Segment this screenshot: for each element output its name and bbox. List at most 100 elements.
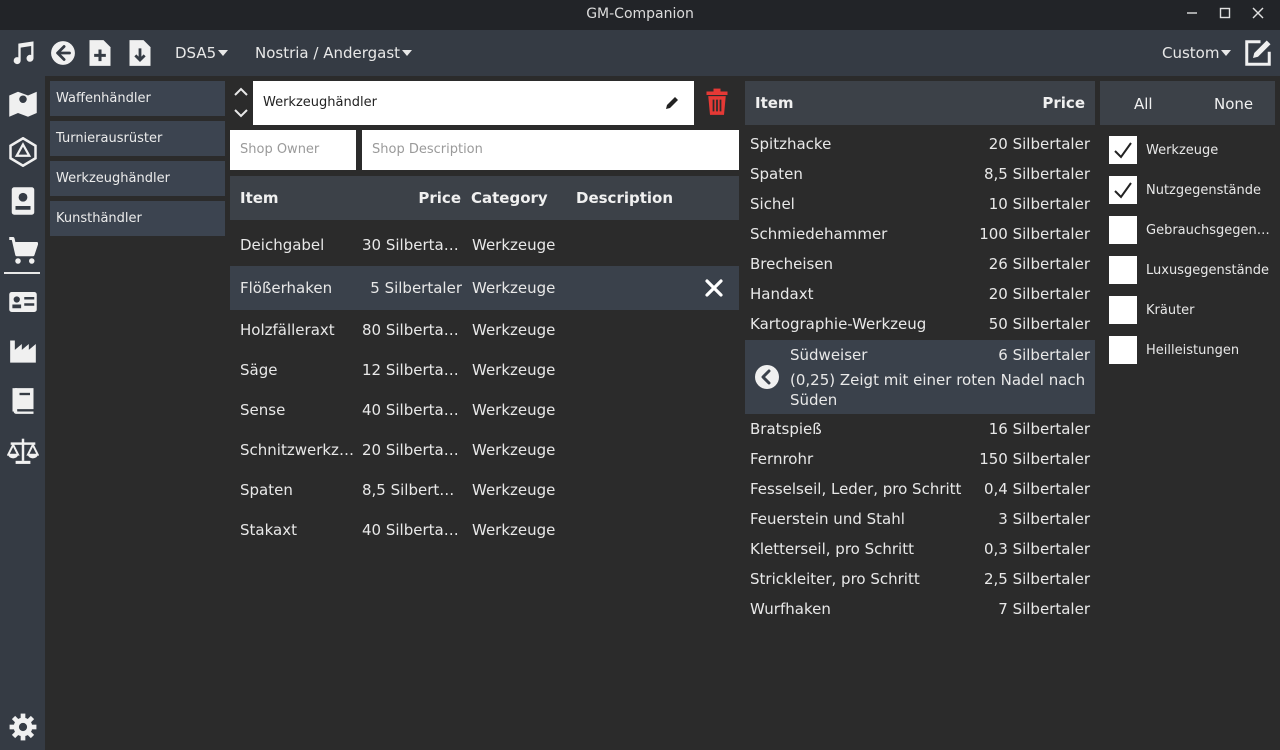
delete-shop-button[interactable] bbox=[705, 88, 731, 118]
row-category: Werkzeuge bbox=[472, 521, 556, 539]
sidebar-item-dice[interactable] bbox=[6, 135, 40, 169]
checkbox-nutzgegenstaende[interactable] bbox=[1109, 176, 1137, 204]
list-item-price: 26 Silbertaler bbox=[988, 255, 1090, 273]
shopping-cart-icon bbox=[9, 237, 38, 264]
list-item[interactable]: Wurfhaken 7 Silbertaler bbox=[745, 595, 1095, 625]
sidebar-item-characters[interactable] bbox=[6, 184, 40, 218]
sidebar-item-notes[interactable] bbox=[6, 384, 40, 418]
list-item[interactable]: Spaten 8,5 Silbertaler bbox=[745, 160, 1095, 190]
music-button[interactable] bbox=[8, 38, 38, 68]
list-item-selected[interactable]: Südweiser 6 Silbertaler (0,25) Zeigt mit… bbox=[745, 340, 1095, 414]
gear-icon bbox=[9, 713, 37, 741]
list-item-name: Fesselseil, Leder, pro Schritt bbox=[750, 480, 962, 498]
custom-dropdown[interactable]: Custom bbox=[1162, 44, 1232, 62]
table-row[interactable]: Spaten 8,5 Silberta... Werkzeuge bbox=[230, 470, 739, 510]
sidebar-item-conversion[interactable] bbox=[6, 434, 40, 468]
table-row[interactable]: Stakaxt 40 Silbertal... Werkzeuge bbox=[230, 510, 739, 550]
shop-item-werkzeughaendler[interactable]: Werkzeughändler bbox=[50, 161, 225, 196]
system-dropdown[interactable]: DSA5 bbox=[175, 44, 229, 62]
list-item[interactable]: Kletterseil, pro Schritt 0,3 Silbertaler bbox=[745, 535, 1095, 565]
row-item: Holzfälleraxt bbox=[240, 321, 335, 339]
table-row[interactable]: Holzfälleraxt 80 Silbertal... Werkzeuge bbox=[230, 310, 739, 350]
shop-name-field[interactable]: Werkzeughändler bbox=[253, 81, 694, 125]
row-price: 12 Silbertaler bbox=[362, 361, 462, 379]
row-item: Schnitzwerkze... bbox=[240, 441, 358, 459]
close-window-button[interactable] bbox=[1248, 5, 1268, 25]
list-item-price: 20 Silbertaler bbox=[988, 135, 1090, 153]
edit-button[interactable] bbox=[1243, 38, 1273, 68]
sidebar-item-shop[interactable] bbox=[6, 234, 40, 268]
checkbox-label: Heilleistungen bbox=[1146, 343, 1240, 358]
back-button[interactable] bbox=[48, 38, 78, 68]
list-item[interactable]: Fernrohr 150 Silbertaler bbox=[745, 445, 1095, 475]
row-price: 5 Silbertaler bbox=[370, 279, 462, 297]
list-item[interactable]: Handaxt 20 Silbertaler bbox=[745, 280, 1095, 310]
list-item-description-cont: Süden bbox=[790, 391, 838, 409]
table-row[interactable]: Schnitzwerkze... 20 Silbertal... Werkzeu… bbox=[230, 430, 739, 470]
list-item-price: 20 Silbertaler bbox=[988, 285, 1090, 303]
row-price: 40 Silbertal... bbox=[362, 521, 462, 539]
list-item[interactable]: Brecheisen 26 Silbertaler bbox=[745, 250, 1095, 280]
list-item-price: 7 Silbertaler bbox=[998, 600, 1090, 618]
move-up-button[interactable] bbox=[232, 82, 250, 102]
row-price: 80 Silbertal... bbox=[362, 321, 462, 339]
list-item-price: 2,5 Silbertaler bbox=[983, 570, 1090, 588]
caret-down-icon bbox=[402, 50, 413, 56]
location-dropdown[interactable]: Nostria / Andergast bbox=[255, 44, 413, 62]
caret-down-icon bbox=[218, 50, 229, 56]
checkbox-label: Luxusgegenstände bbox=[1146, 263, 1270, 278]
system-dropdown-label: DSA5 bbox=[175, 44, 217, 62]
sidebar-item-contacts[interactable] bbox=[6, 285, 40, 319]
remove-item-icon[interactable] bbox=[705, 279, 723, 297]
checkbox-gebrauchsgegenstaende[interactable] bbox=[1109, 216, 1137, 244]
list-item[interactable]: Bratspieß 16 Silbertaler bbox=[745, 415, 1095, 445]
checkbox-heilleistungen[interactable] bbox=[1109, 336, 1137, 364]
shop-item-kunsthaendler[interactable]: Kunsthändler bbox=[50, 201, 225, 236]
checkbox-luxusgegenstaende[interactable] bbox=[1109, 256, 1137, 284]
balance-scale-icon bbox=[7, 438, 39, 464]
column-header-item: Item bbox=[240, 189, 279, 207]
checkmark-icon bbox=[1114, 142, 1132, 159]
shop-description-field[interactable]: Shop Description bbox=[362, 130, 739, 170]
table-row[interactable]: Säge 12 Silbertaler Werkzeuge bbox=[230, 350, 739, 390]
move-down-button[interactable] bbox=[232, 103, 250, 123]
id-card-icon bbox=[9, 292, 37, 312]
download-file-button[interactable] bbox=[125, 38, 155, 68]
list-item-price: 6 Silbertaler bbox=[998, 346, 1090, 364]
list-item[interactable]: Schmiedehammer 100 Silbertaler bbox=[745, 220, 1095, 250]
checkbox-label: Gebrauchsgegenstä... bbox=[1146, 223, 1272, 238]
factory-icon bbox=[10, 340, 36, 363]
table-row[interactable]: Sense 40 Silbertal... Werkzeuge bbox=[230, 390, 739, 430]
maximize-button[interactable] bbox=[1215, 5, 1235, 25]
list-item[interactable]: Kartographie-Werkzeug 50 Silbertaler bbox=[745, 310, 1095, 340]
sidebar-item-maps[interactable] bbox=[6, 86, 40, 120]
list-item[interactable]: Spitzhacke 20 Silbertaler bbox=[745, 130, 1095, 160]
shop-owner-field[interactable]: Shop Owner bbox=[230, 130, 356, 170]
add-file-button[interactable] bbox=[85, 38, 115, 68]
minimize-button[interactable] bbox=[1182, 5, 1202, 25]
shop-item-waffenhaendler[interactable]: Waffenhändler bbox=[50, 81, 225, 116]
select-none-button[interactable]: None bbox=[1214, 95, 1253, 113]
list-item-name: Feuerstein und Stahl bbox=[750, 510, 905, 528]
list-item[interactable]: Sichel 10 Silbertaler bbox=[745, 190, 1095, 220]
list-item[interactable]: Feuerstein und Stahl 3 Silbertaler bbox=[745, 505, 1095, 535]
list-item-name: Brecheisen bbox=[750, 255, 834, 273]
add-to-shop-button[interactable] bbox=[755, 365, 779, 389]
table-row[interactable]: Deichgabel 30 Silbertal... Werkzeuge bbox=[230, 225, 739, 265]
book-icon bbox=[12, 388, 34, 414]
list-item-name: Handaxt bbox=[750, 285, 814, 303]
table-row-selected[interactable]: Flößerhaken 5 Silbertaler Werkzeuge bbox=[230, 266, 739, 310]
row-item: Säge bbox=[240, 361, 278, 379]
shop-item-turnierausruester[interactable]: Turnierausrüster bbox=[50, 121, 225, 156]
checkbox-label: Kräuter bbox=[1146, 303, 1195, 318]
sidebar-item-generators[interactable] bbox=[6, 334, 40, 368]
checkbox-kraeuter[interactable] bbox=[1109, 296, 1137, 324]
checkbox-label: Nutzgegenstände bbox=[1146, 183, 1261, 198]
list-item[interactable]: Strickleiter, pro Schritt 2,5 Silbertaler bbox=[745, 565, 1095, 595]
select-all-button[interactable]: All bbox=[1134, 95, 1153, 113]
pencil-icon[interactable] bbox=[664, 95, 680, 111]
row-category: Werkzeuge bbox=[472, 279, 556, 297]
checkbox-werkzeuge[interactable] bbox=[1109, 136, 1137, 164]
sidebar-item-settings[interactable] bbox=[6, 710, 40, 744]
list-item[interactable]: Fesselseil, Leder, pro Schritt 0,4 Silber… bbox=[745, 475, 1095, 505]
